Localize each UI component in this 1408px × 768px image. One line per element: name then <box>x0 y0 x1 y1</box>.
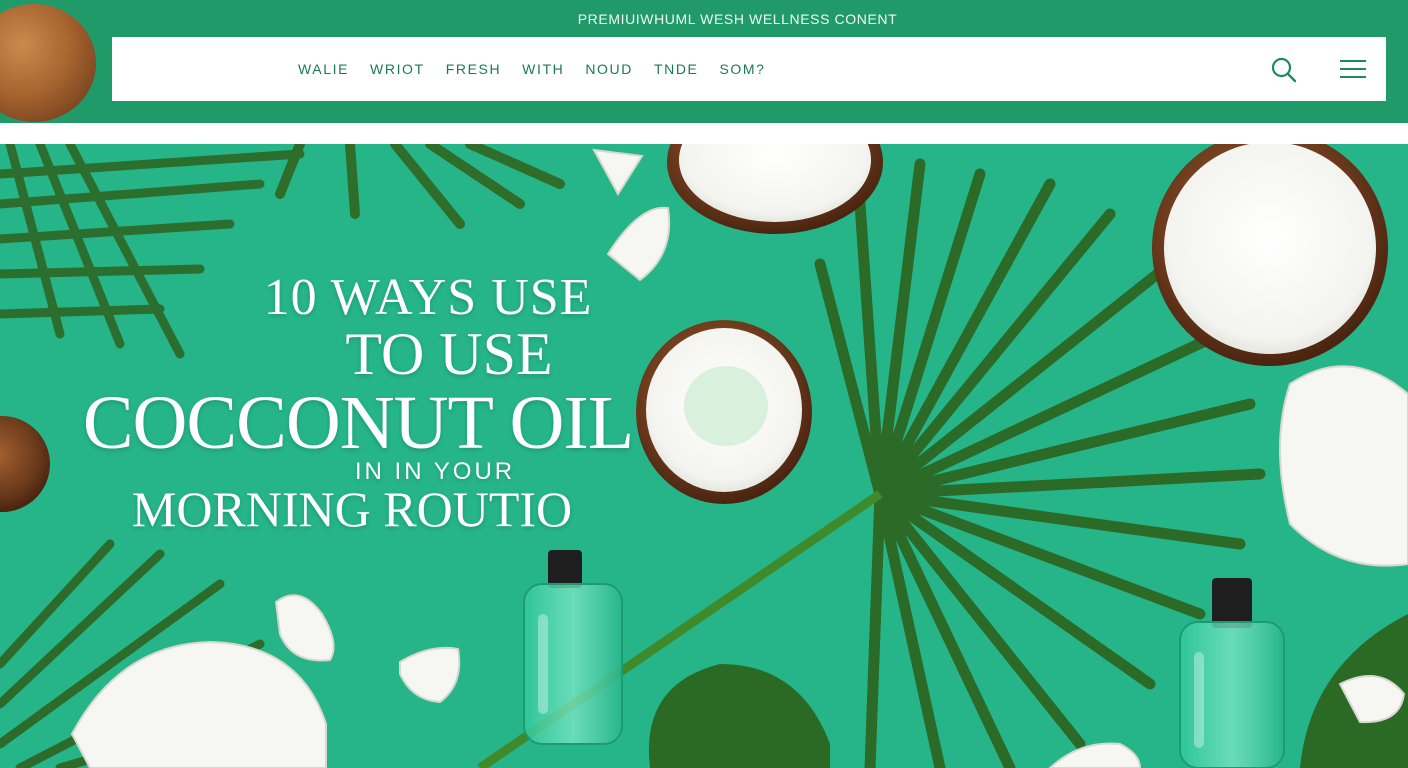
hero-headline: 10 WAYS USE TO USE COCCONUT OIL IN IN YO… <box>0 144 720 564</box>
headline-line-2: TO USE <box>345 321 553 387</box>
nav-link-3[interactable]: FRESH <box>446 61 501 77</box>
header-divider <box>0 123 1408 144</box>
nav-links: WALIE WRIOT FRESH WITH NOUD TNDE SOM? <box>298 61 787 77</box>
nav-link-7[interactable]: SOM? <box>719 61 765 77</box>
headline-line-3: COCCONUT OIL <box>82 381 634 465</box>
menu-button[interactable] <box>1338 55 1368 85</box>
nav-link-5[interactable]: NOUD <box>585 61 633 77</box>
hamburger-menu-icon <box>1340 60 1366 78</box>
top-banner: PREMIUIWHUML WESH WELLNESS CONENT WALIE … <box>0 0 1408 123</box>
search-button[interactable] <box>1269 55 1299 85</box>
nav-link-1[interactable]: WALIE <box>298 61 349 77</box>
hero-banner: 10 WAYS USE TO USE COCCONUT OIL IN IN YO… <box>0 144 1408 768</box>
navigation-bar: WALIE WRIOT FRESH WITH NOUD TNDE SOM? <box>112 37 1386 101</box>
coconut-top-right <box>1152 144 1388 366</box>
headline-line-1: 10 WAYS USE <box>263 269 593 326</box>
oil-bottle-left <box>523 550 623 745</box>
search-icon <box>1271 57 1297 83</box>
nav-link-2[interactable]: WRIOT <box>370 61 425 77</box>
nav-link-6[interactable]: TNDE <box>654 61 699 77</box>
nav-link-4[interactable]: WITH <box>522 61 564 77</box>
banner-tagline: PREMIUIWHUML WESH WELLNESS CONENT <box>577 11 898 27</box>
headline-line-5: MORNING ROUTIO <box>131 481 573 537</box>
monstera-leaf <box>648 614 1408 768</box>
